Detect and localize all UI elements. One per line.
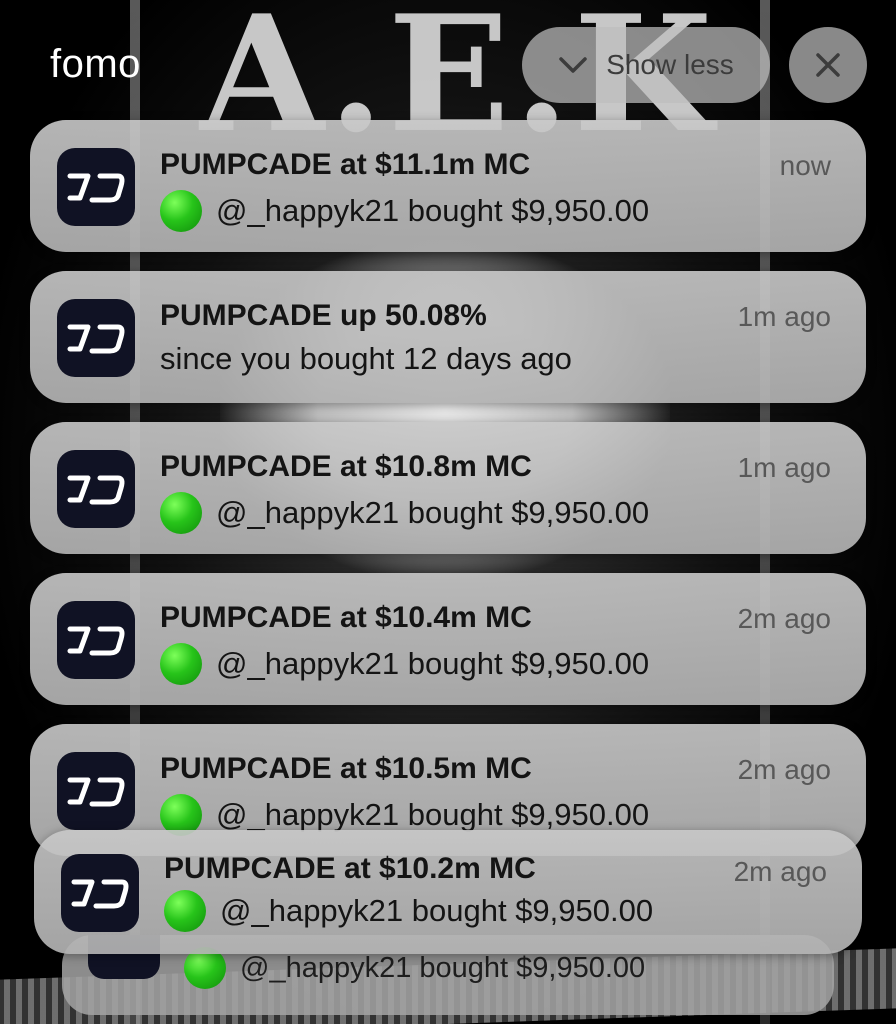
show-less-button[interactable]: Show less	[522, 27, 770, 103]
close-icon	[816, 53, 840, 77]
app-icon	[57, 148, 135, 226]
fomo-logo-icon	[67, 777, 125, 807]
notification-body: @_happyk21 bought $9,950.00	[160, 492, 649, 534]
fomo-logo-icon	[71, 879, 129, 909]
notification-time: now	[779, 150, 831, 181]
notification-title: PUMPCADE at $11.1m MC	[160, 148, 531, 181]
fomo-logo-icon	[67, 173, 125, 203]
notification-body-text: since you bought 12 days ago	[160, 341, 572, 376]
notification-body-text: @_happyk21 bought $9,950.00	[216, 797, 650, 832]
notification-time: 2m ago	[737, 603, 831, 634]
notification-card[interactable]: PUMPCADE up 50.08% 1m ago since you boug…	[30, 271, 866, 403]
notification-body-text: @_happyk21 bought $9,950.00	[240, 951, 646, 984]
close-button[interactable]	[789, 27, 867, 103]
show-less-label: Show less	[606, 49, 734, 80]
notification-body-text: @_happyk21 bought $9,950.00	[216, 193, 650, 228]
notification-body-text: @_happyk21 bought $9,950.00	[216, 495, 650, 530]
notification-time: 1m ago	[737, 301, 831, 332]
green-circle-icon	[160, 643, 202, 685]
fomo-logo-icon	[67, 324, 125, 354]
notification-body-text: @_happyk21 bought $9,950.00	[216, 646, 650, 681]
notification-time: 2m ago	[737, 754, 831, 785]
app-icon	[57, 601, 135, 679]
notification-card[interactable]: PUMPCADE at $11.1m MC now @_happyk21 bou…	[30, 120, 866, 252]
chevron-down-icon	[559, 57, 587, 73]
notification-card[interactable]: PUMPCADE at $10.2m MC 2m ago @_happyk21 …	[34, 830, 862, 954]
notification-title: PUMPCADE at $10.2m MC	[164, 852, 536, 885]
app-icon	[57, 752, 135, 830]
notification-title: PUMPCADE at $10.5m MC	[160, 752, 532, 785]
notification-time: 1m ago	[737, 452, 831, 483]
app-icon	[57, 450, 135, 528]
fomo-logo-icon	[67, 475, 125, 505]
notification-body: since you bought 12 days ago	[160, 341, 572, 377]
notification-time: 2m ago	[733, 856, 827, 887]
green-circle-icon	[160, 190, 202, 232]
notification-title: PUMPCADE at $10.8m MC	[160, 450, 532, 483]
notification-card[interactable]: PUMPCADE at $10.4m MC 2m ago @_happyk21 …	[30, 573, 866, 705]
notification-title: PUMPCADE up 50.08%	[160, 299, 487, 332]
app-icon	[57, 299, 135, 377]
notification-card[interactable]: PUMPCADE at $10.8m MC 1m ago @_happyk21 …	[30, 422, 866, 554]
notification-body: @_happyk21 bought $9,950.00	[160, 190, 649, 232]
notification-body: @_happyk21 bought $9,950.00	[160, 643, 649, 685]
green-circle-icon	[160, 492, 202, 534]
fomo-logo-icon	[67, 626, 125, 656]
green-circle-icon	[164, 890, 206, 932]
notification-body: @_happyk21 bought $9,950.00	[164, 890, 653, 932]
notification-title: PUMPCADE at $10.4m MC	[160, 601, 532, 634]
notification-body-text: @_happyk21 bought $9,950.00	[220, 893, 654, 928]
app-icon	[61, 854, 139, 932]
notification-group-title: fomo	[50, 42, 141, 86]
